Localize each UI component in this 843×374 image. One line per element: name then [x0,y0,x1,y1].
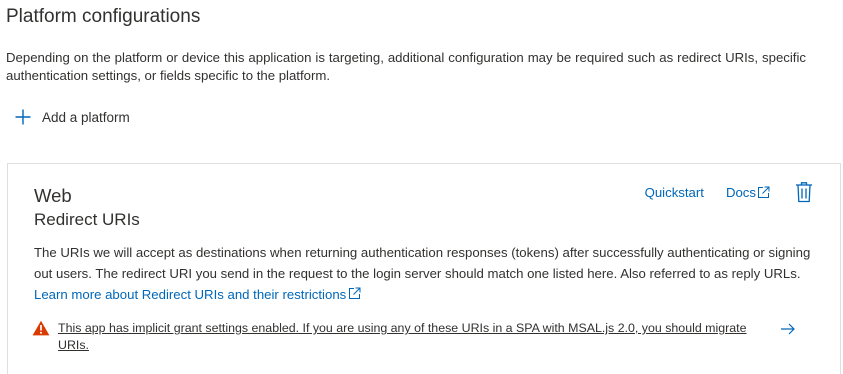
section-description: Depending on the platform or device this… [6,50,806,83]
docs-label: Docs [725,184,756,200]
trash-icon[interactable] [794,181,814,203]
arrow-right-icon[interactable] [780,322,796,336]
learn-more-label: Learn more about Redirect URIs and their… [34,287,347,302]
platform-configurations-page: Platform configurations Depending on the… [0,0,843,374]
docs-link[interactable]: Docs [726,185,770,200]
warning-text: This app has implicit grant settings ena… [58,321,747,352]
card-actions: Quickstart Docs [645,180,814,204]
platform-title: Web [34,185,72,206]
external-link-icon [757,186,770,199]
plus-icon [14,108,32,126]
add-platform-label: Add a platform [42,109,130,125]
web-platform-card: Web Redirect URIs Quickstart Docs The UR… [7,163,841,374]
quickstart-link[interactable]: Quickstart [645,185,704,200]
implicit-grant-warning[interactable]: This app has implicit grant settings ena… [32,320,802,354]
add-platform-button[interactable]: Add a platform [14,106,130,128]
external-link-icon [348,287,361,300]
redirect-uris-heading: Redirect URIs [34,210,140,229]
redirect-uris-description-text: The URIs we will accept as destinations … [34,245,811,281]
learn-more-link[interactable]: Learn more about Redirect URIs and their… [34,287,361,302]
redirect-uris-description: The URIs we will accept as destinations … [34,242,824,305]
warning-icon [32,320,50,336]
page-title: Platform configurations [6,6,201,27]
